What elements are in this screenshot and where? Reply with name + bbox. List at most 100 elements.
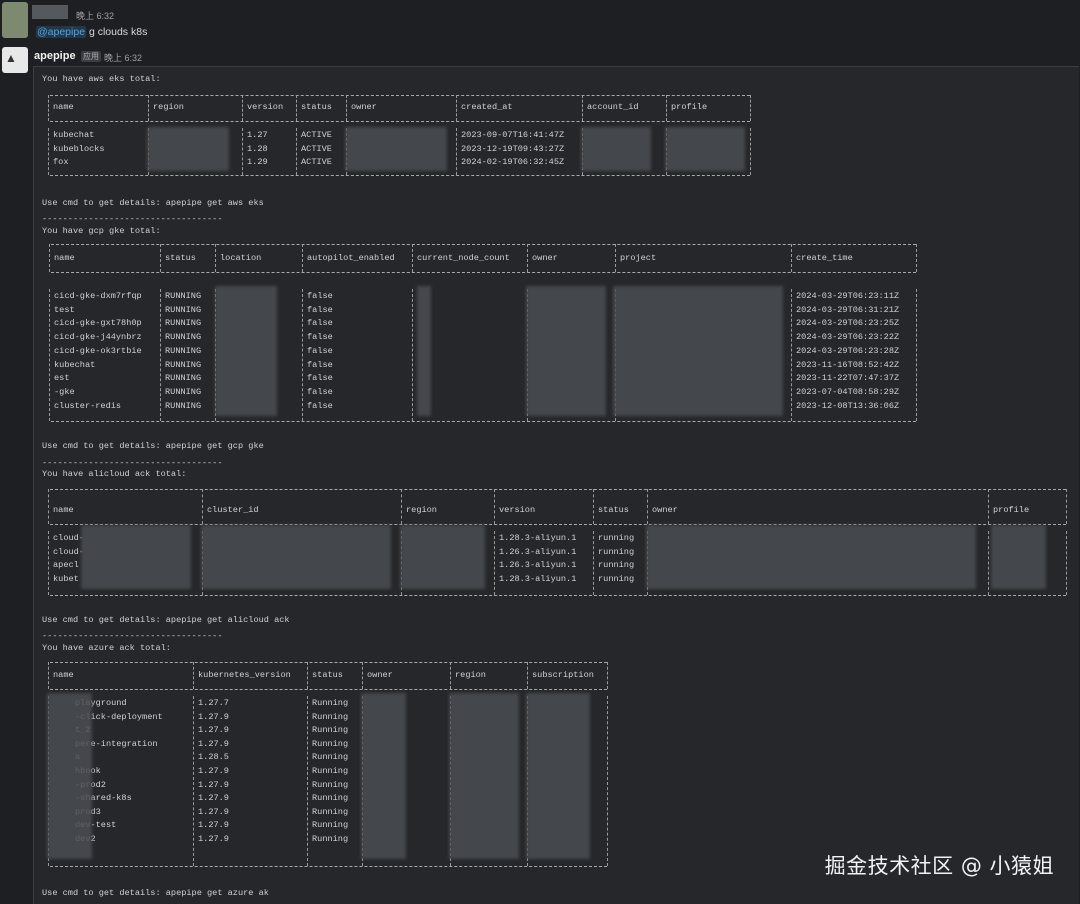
column-header: region bbox=[153, 102, 184, 112]
section-divider: ----------------------------------- bbox=[42, 458, 223, 468]
table-cell: 1.27.9 bbox=[198, 820, 229, 831]
table-border bbox=[51, 421, 916, 422]
column-header: owner bbox=[652, 505, 678, 515]
table-cell: 1.29 bbox=[247, 157, 268, 168]
column-header: profile bbox=[671, 102, 708, 112]
table-cell: 1.27.9 bbox=[198, 793, 229, 804]
message-text: @apepipe g clouds k8s bbox=[36, 26, 147, 38]
code-block: You have aws eks total: name region version… bbox=[33, 66, 1079, 904]
column-header: name bbox=[53, 505, 74, 515]
table-border bbox=[296, 95, 297, 121]
section-divider: ----------------------------------- bbox=[42, 631, 223, 641]
table-cell: Running bbox=[312, 820, 349, 831]
redacted-block bbox=[665, 127, 745, 171]
redacted-block bbox=[147, 127, 229, 171]
table-cell: 2023-12-08T13:36:06Z bbox=[796, 400, 900, 411]
table-border bbox=[302, 244, 303, 272]
table-border bbox=[242, 95, 243, 121]
redacted-block bbox=[47, 693, 92, 859]
table-cell: 1.27.9 bbox=[198, 711, 229, 722]
table-cell: false bbox=[307, 345, 333, 356]
column-header: owner bbox=[351, 102, 377, 112]
table-cell: RUNNING bbox=[165, 373, 202, 384]
command-text: g clouds k8s bbox=[86, 26, 148, 38]
table-cell: 2023-11-22T07:47:37Z bbox=[796, 373, 900, 384]
table-cell: fox bbox=[53, 157, 69, 168]
table-cell: false bbox=[307, 386, 333, 397]
table-border bbox=[988, 531, 989, 595]
table-border bbox=[615, 244, 616, 272]
column-header: name bbox=[54, 253, 75, 263]
table-border bbox=[160, 244, 161, 272]
table-border bbox=[916, 289, 917, 421]
user-name-redacted[interactable] bbox=[32, 5, 68, 19]
table-border bbox=[916, 244, 917, 272]
table-border bbox=[1066, 531, 1067, 595]
table-cell: 2024-03-29T06:23:22Z bbox=[796, 332, 900, 343]
table-border bbox=[48, 128, 49, 175]
redacted-block bbox=[581, 127, 651, 171]
redacted-block bbox=[81, 525, 191, 589]
mention-link[interactable]: @apepipe bbox=[36, 26, 87, 38]
table-border bbox=[412, 244, 413, 272]
table-border bbox=[582, 95, 583, 121]
table-cell: Running bbox=[312, 806, 349, 817]
section-footer: Use cmd to get details: apepipe get alic… bbox=[42, 615, 290, 625]
table-cell: 2023-07-04T08:58:29Z bbox=[796, 386, 900, 397]
table-border bbox=[401, 489, 402, 524]
bot-avatar[interactable]: ▲ bbox=[2, 47, 28, 73]
table-cell: 2023-09-07T16:41:47Z bbox=[461, 130, 565, 140]
table-cell: cicd-gke-dxm7rfqp bbox=[54, 291, 142, 301]
table-cell: false bbox=[307, 400, 333, 411]
table-cell: RUNNING bbox=[165, 359, 202, 370]
table-cell: Running bbox=[312, 752, 349, 763]
table-border bbox=[346, 95, 347, 121]
table-border bbox=[50, 689, 607, 690]
column-header: autopilot_enabled bbox=[307, 253, 395, 263]
table-border bbox=[494, 489, 495, 524]
section-intro: You have gcp gke total: bbox=[42, 226, 161, 236]
table-cell: Running bbox=[312, 834, 349, 844]
table-cell: RUNNING bbox=[165, 400, 202, 411]
table-border bbox=[307, 696, 308, 866]
column-header: name bbox=[53, 670, 74, 680]
table-border bbox=[193, 662, 194, 689]
table-cell: 2024-02-19T06:32:45Z bbox=[461, 157, 565, 168]
table-cell: running bbox=[598, 574, 635, 585]
table-border bbox=[456, 95, 457, 121]
table-border bbox=[666, 95, 667, 121]
column-header: location bbox=[220, 253, 262, 263]
user-avatar[interactable] bbox=[2, 2, 28, 38]
table-cell: cloud- bbox=[53, 533, 84, 543]
bot-name[interactable]: apepipe bbox=[34, 50, 76, 62]
table-border bbox=[647, 489, 648, 524]
column-header: created_at bbox=[461, 102, 513, 112]
table-border bbox=[48, 489, 49, 524]
table-cell: false bbox=[307, 318, 333, 329]
column-header: status bbox=[598, 505, 629, 515]
table-cell: ACTIVE bbox=[301, 157, 332, 168]
table-cell: 1.27.9 bbox=[198, 834, 229, 844]
table-border bbox=[607, 696, 608, 866]
table-border bbox=[527, 662, 528, 689]
column-header: region bbox=[406, 505, 437, 515]
column-header: status bbox=[312, 670, 343, 680]
app-badge: 应用 bbox=[81, 51, 101, 62]
redacted-block bbox=[991, 525, 1046, 589]
column-header: project bbox=[620, 253, 657, 263]
table-cell: 1.27.9 bbox=[198, 738, 229, 749]
redacted-block bbox=[613, 286, 783, 416]
table-border bbox=[49, 244, 50, 272]
table-cell: 2024-03-29T06:31:21Z bbox=[796, 304, 900, 315]
column-header: account_id bbox=[587, 102, 639, 112]
table-cell: 1.27.7 bbox=[198, 698, 229, 708]
table-cell: kubet bbox=[53, 574, 79, 585]
table-cell: false bbox=[307, 291, 333, 301]
table-border bbox=[593, 489, 594, 524]
table-border bbox=[494, 531, 495, 595]
table-border bbox=[307, 662, 308, 689]
table-cell: Running bbox=[312, 793, 349, 804]
table-border bbox=[51, 244, 916, 245]
table-border bbox=[193, 696, 194, 866]
table-cell: 2023-11-16T08:52:42Z bbox=[796, 359, 900, 370]
